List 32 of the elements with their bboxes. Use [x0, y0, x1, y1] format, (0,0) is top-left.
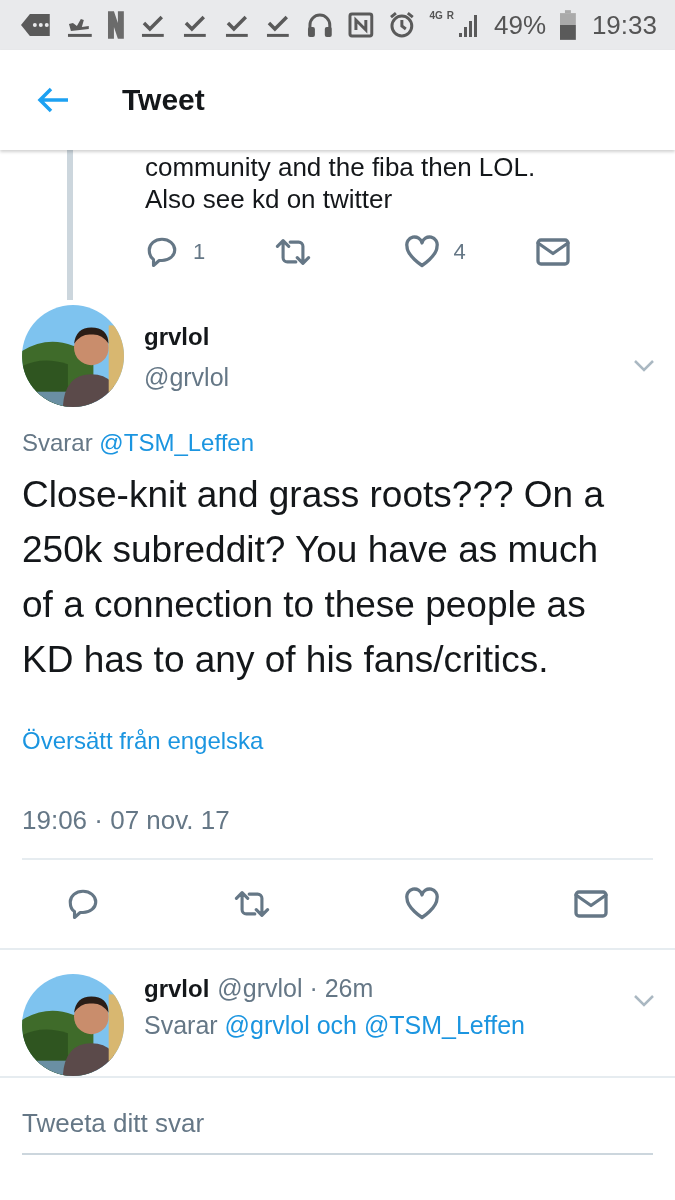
action-count: 4	[453, 239, 466, 265]
heart-icon[interactable]	[403, 235, 440, 269]
network-type: 4G	[429, 11, 443, 21]
reply-context: Svarar @grvlol och @TSM_Leffen	[144, 1011, 527, 1040]
reply-icon[interactable]	[66, 887, 100, 921]
tweet-text: Also see kd on twitter	[145, 184, 394, 215]
clock: 19:33	[591, 9, 657, 41]
nfc-icon	[347, 12, 374, 38]
mention-link[interactable]: @grvlol och @TSM_Leffen	[224, 1011, 526, 1039]
headphones-icon	[306, 11, 334, 39]
mention-link[interactable]: @TSM_Leffen	[99, 429, 255, 456]
translate-link[interactable]: Översätt från engelska	[22, 727, 264, 755]
mail-icon[interactable]	[534, 237, 571, 267]
battery-level: 49%	[494, 9, 547, 41]
tweet-text: Close-knit and grass roots??? On a 250k subreddit? You have as much of a connection to these people as KD has to any of his fans/critics.	[22, 473, 606, 682]
timestamp: 19:06 · 07 nov. 17	[22, 805, 231, 836]
user-handle: @grvlol · 26m	[217, 974, 374, 1003]
n-logo-icon	[107, 10, 126, 40]
roaming-indicator: R	[446, 11, 454, 21]
reply-icon[interactable]	[145, 235, 179, 269]
battery-icon	[560, 10, 576, 40]
page-title: Tweet	[122, 83, 205, 117]
reply-context: Svarar @TSM_Leffen	[21, 428, 256, 457]
heart-icon[interactable]	[404, 887, 440, 921]
message-icon	[20, 12, 52, 38]
action-count: 1	[193, 239, 206, 265]
user-handle: @grvlol	[144, 363, 231, 392]
user-name: grvlol	[144, 975, 210, 1003]
tweet-text: community and the fiba then LOL.	[145, 152, 536, 182]
mail-icon[interactable]	[573, 889, 609, 919]
user-name: grvlol	[144, 323, 211, 351]
back-arrow-icon[interactable]	[36, 86, 70, 114]
